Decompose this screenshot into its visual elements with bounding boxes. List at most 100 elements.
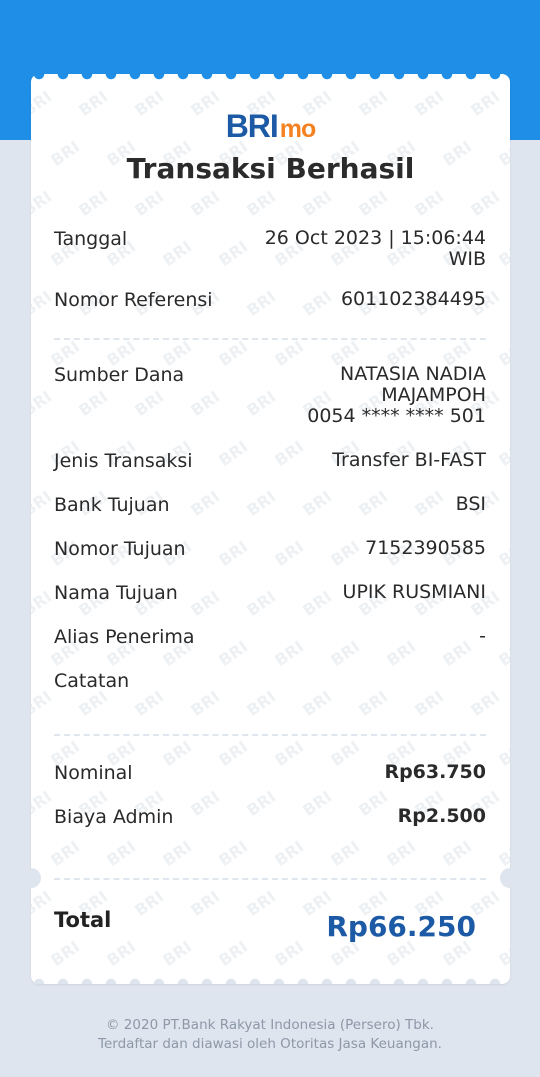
watermark-mark: BRI bbox=[411, 686, 448, 721]
watermark-mark: BRI bbox=[495, 536, 510, 571]
watermark-mark: BRI bbox=[355, 486, 392, 521]
footer-regulator: Terdaftar dan diawasi oleh Otoritas Jasa… bbox=[98, 1036, 442, 1052]
watermark-mark: BRI bbox=[215, 336, 252, 371]
value-nominal: Rp63.750 bbox=[384, 761, 486, 783]
label-alias-penerima: Alias Penerima bbox=[54, 626, 195, 648]
label-referensi: Nomor Referensi bbox=[54, 289, 213, 311]
watermark-mark: BRI bbox=[47, 836, 84, 871]
receipt-notch-right bbox=[500, 868, 520, 888]
watermark-mark: BRI bbox=[495, 336, 510, 371]
watermark-mark: BRI bbox=[187, 786, 224, 821]
label-nominal: Nominal bbox=[54, 762, 133, 784]
watermark-mark: BRI bbox=[355, 186, 392, 221]
divider-1 bbox=[54, 338, 486, 340]
watermark-mark: BRI bbox=[131, 186, 168, 221]
watermark-mark: BRI bbox=[495, 236, 510, 271]
watermark-mark: BRI bbox=[103, 936, 140, 971]
watermark-mark: BRI bbox=[271, 836, 308, 871]
watermark-mark: BRI bbox=[159, 836, 196, 871]
watermark-mark: BRI bbox=[131, 386, 168, 421]
watermark-mark: BRI bbox=[31, 486, 56, 521]
watermark-mark: BRI bbox=[187, 686, 224, 721]
watermark-mark: BRI bbox=[271, 536, 308, 571]
watermark-mark: BRI bbox=[299, 586, 336, 621]
page-title: Transaksi Berhasil bbox=[126, 152, 415, 185]
watermark-mark: BRI bbox=[299, 786, 336, 821]
watermark-mark: BRI bbox=[411, 486, 448, 521]
watermark-mark: BRI bbox=[271, 936, 308, 971]
watermark-mark: BRI bbox=[187, 486, 224, 521]
label-sumber-dana: Sumber Dana bbox=[54, 364, 185, 386]
watermark-mark: BRI bbox=[495, 836, 510, 871]
watermark-mark: BRI bbox=[271, 636, 308, 671]
value-alias-penerima: - bbox=[479, 625, 486, 647]
watermark-mark: BRI bbox=[215, 936, 252, 971]
value-sumber-dana-line1: NATASIA NADIA bbox=[339, 363, 486, 385]
watermark-mark: BRI bbox=[299, 686, 336, 721]
watermark-mark: BRI bbox=[159, 936, 196, 971]
receipt-top-edge bbox=[31, 74, 510, 84]
watermark-mark: BRI bbox=[31, 386, 56, 421]
label-biaya-admin: Biaya Admin bbox=[54, 806, 174, 828]
watermark-mark: BRI bbox=[187, 386, 224, 421]
watermark-mark: BRI bbox=[299, 486, 336, 521]
brimo-logo: BRImo bbox=[31, 108, 510, 145]
footer: © 2020 PT.Bank Rakyat Indonesia (Persero… bbox=[0, 1016, 540, 1054]
value-sumber-dana: NATASIA NADIA MAJAMPOH 0054 **** **** 50… bbox=[307, 364, 486, 427]
label-nomor-tujuan: Nomor Tujuan bbox=[54, 538, 186, 560]
label-tanggal: Tanggal bbox=[54, 228, 128, 250]
watermark-mark: BRI bbox=[355, 686, 392, 721]
total-label: Total bbox=[54, 908, 112, 932]
watermark-mark: BRI bbox=[47, 936, 84, 971]
watermark-mark: BRI bbox=[271, 436, 308, 471]
value-nama-tujuan: UPIK RUSMIANI bbox=[342, 581, 486, 603]
watermark-mark: BRI bbox=[31, 686, 56, 721]
watermark-mark: BRI bbox=[299, 186, 336, 221]
watermark-mark: BRI bbox=[243, 186, 280, 221]
watermark-mark: BRI bbox=[495, 436, 510, 471]
label-bank-tujuan: Bank Tujuan bbox=[54, 494, 170, 516]
value-nomor-tujuan: 7152390585 bbox=[365, 537, 486, 559]
watermark-mark: BRI bbox=[495, 736, 510, 771]
watermark-mark: BRI bbox=[187, 586, 224, 621]
label-jenis-transaksi: Jenis Transaksi bbox=[54, 450, 193, 472]
watermark-mark: BRI bbox=[467, 186, 504, 221]
value-bank-tujuan: BSI bbox=[455, 493, 486, 515]
watermark-mark: BRI bbox=[383, 836, 420, 871]
value-referensi: 601102384495 bbox=[340, 288, 486, 310]
watermark-mark: BRI bbox=[355, 786, 392, 821]
value-tanggal-line1: 26 Oct 2023 | 15:06:44 bbox=[264, 227, 486, 249]
watermark-mark: BRI bbox=[75, 386, 112, 421]
label-catatan: Catatan bbox=[54, 670, 130, 692]
watermark-mark: BRI bbox=[215, 236, 252, 271]
value-sumber-dana-line3: 0054 **** **** 501 bbox=[307, 405, 486, 427]
value-sumber-dana-line2: MAJAMPOH bbox=[381, 384, 486, 406]
watermark-mark: BRI bbox=[243, 386, 280, 421]
watermark-layer: BRI BRI BRI BRI BRI BRI BRI BRI BRI BRI BRI BRI BRI B… bbox=[31, 74, 510, 984]
value-tanggal: 26 Oct 2023 | 15:06:44 WIB bbox=[265, 228, 486, 270]
watermark-mark: BRI bbox=[467, 686, 504, 721]
watermark-mark: BRI bbox=[131, 886, 168, 921]
watermark-mark: BRI bbox=[243, 286, 280, 321]
watermark-mark: BRI bbox=[75, 186, 112, 221]
watermark-mark: BRI bbox=[327, 836, 364, 871]
watermark-mark: BRI bbox=[439, 836, 476, 871]
watermark-mark: BRI bbox=[271, 336, 308, 371]
divider-3 bbox=[54, 878, 486, 880]
watermark-mark: BRI bbox=[299, 286, 336, 321]
value-biaya-admin: Rp2.500 bbox=[397, 805, 486, 827]
watermark-mark: BRI bbox=[383, 636, 420, 671]
watermark-mark: BRI bbox=[31, 186, 56, 221]
watermark-mark: BRI bbox=[243, 886, 280, 921]
watermark-mark: BRI bbox=[215, 836, 252, 871]
watermark-mark: BRI bbox=[215, 536, 252, 571]
watermark-mark: BRI bbox=[271, 736, 308, 771]
watermark-mark: BRI bbox=[495, 936, 510, 971]
logo-bri-text: BRI bbox=[225, 108, 279, 144]
watermark-mark: BRI bbox=[439, 636, 476, 671]
receipt-notch-left bbox=[21, 868, 41, 888]
watermark-mark: BRI bbox=[31, 886, 56, 921]
watermark-mark: BRI bbox=[495, 636, 510, 671]
watermark-mark: BRI bbox=[187, 186, 224, 221]
watermark-mark: BRI bbox=[103, 836, 140, 871]
